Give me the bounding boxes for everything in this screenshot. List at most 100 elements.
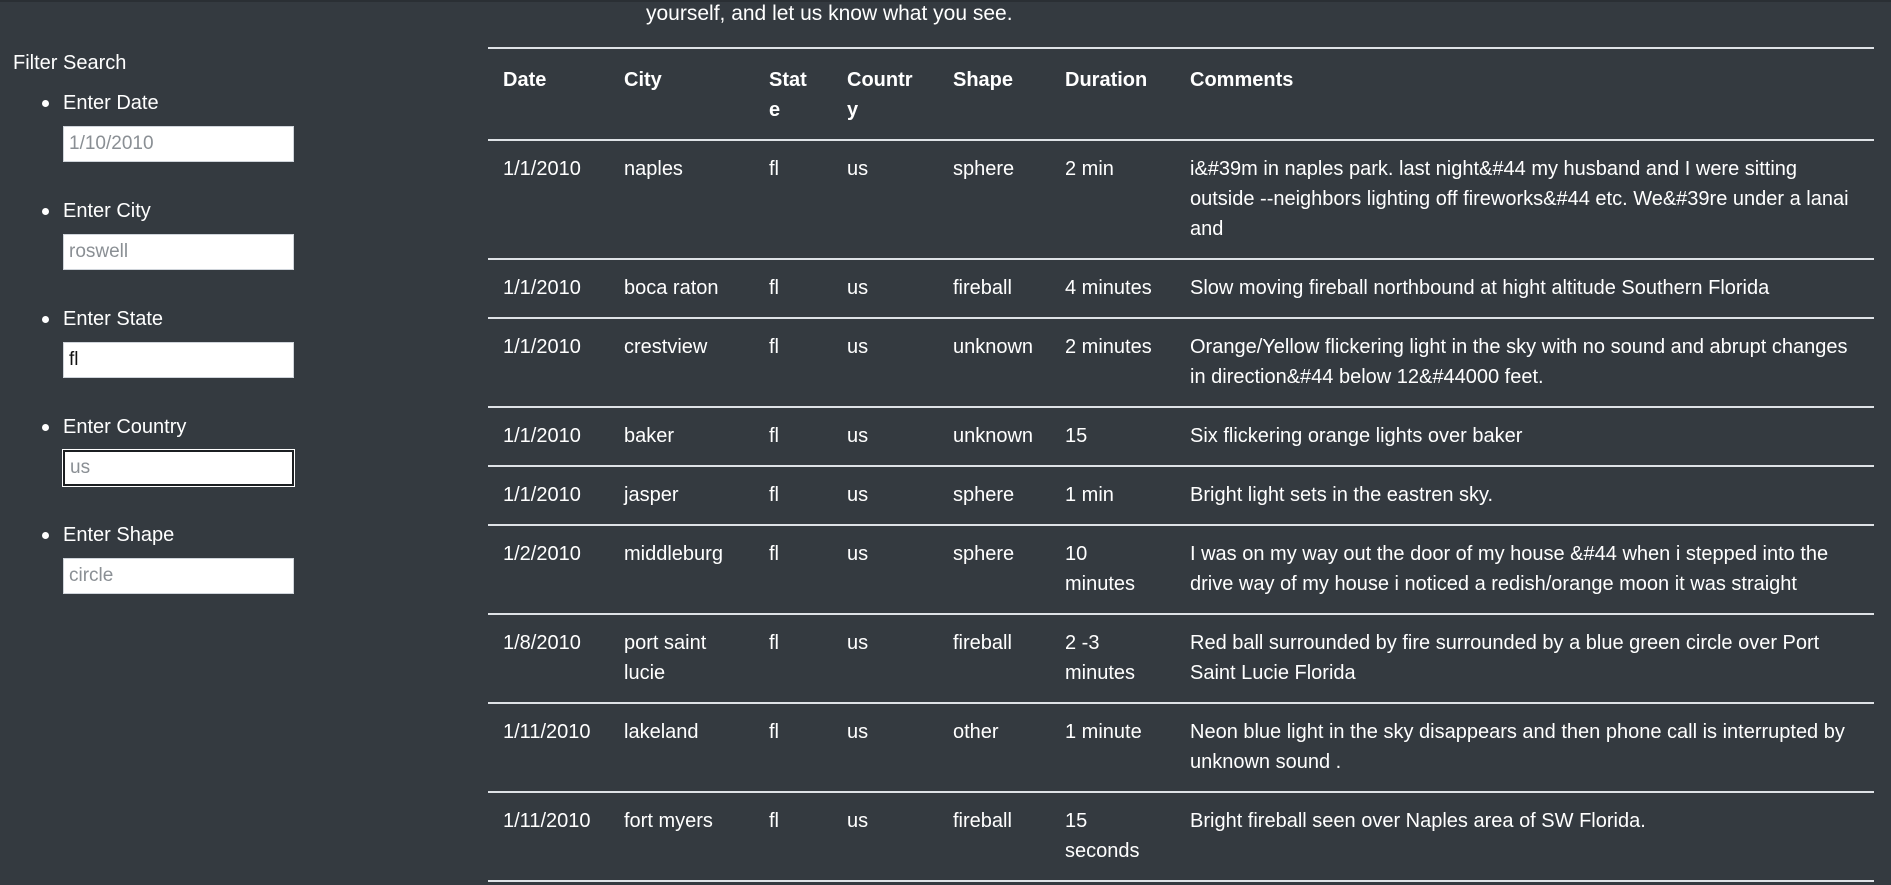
table-header-row: Date City State Country Shape Duration C… [488,47,1874,141]
filter-item-date: Enter Date [13,90,313,198]
cell-shape: fireball [938,258,1050,318]
cell-city: lakeland [609,702,754,792]
cell-shape: unknown [938,317,1050,407]
cell-city: boca raton [609,258,754,318]
cell-country: us [832,465,938,525]
cell-city: middleburg [609,524,754,614]
cell-shape: fireball [938,613,1050,703]
cell-comments: Red ball surrounded by fire surrounded b… [1175,613,1874,703]
cell-state: fl [754,791,832,882]
cell-city: fort myers [609,791,754,882]
cell-state: fl [754,317,832,407]
cell-duration: 2 -3 minutes [1050,613,1175,703]
cell-duration: 15 [1050,406,1175,466]
state-label: Enter State [63,308,164,330]
cell-shape: sphere [938,465,1050,525]
table-row: 1/11/2010 fort myers fl us fireball 15 s… [488,791,1874,882]
country-input[interactable] [63,450,294,486]
cell-country: us [832,258,938,318]
cell-date: 1/11/2010 [488,702,609,792]
cell-state: fl [754,139,832,259]
table-row: 1/8/2010 port saint lucie fl us fireball… [488,613,1874,703]
cell-city: baker [609,406,754,466]
table-row: 1/1/2010 crestview fl us unknown 2 minut… [488,317,1874,407]
cell-duration: 2 min [1050,139,1175,259]
table-row: 1/1/2010 boca raton fl us fireball 4 min… [488,258,1874,318]
header-city: City [609,47,754,141]
cell-country: us [832,702,938,792]
cell-city: naples [609,139,754,259]
cell-shape: unknown [938,406,1050,466]
cell-date: 1/1/2010 [488,317,609,407]
header-duration: Duration [1050,47,1175,141]
shape-label: Enter Shape [63,524,175,546]
cell-duration: 15 seconds [1050,791,1175,882]
state-input[interactable] [63,342,294,378]
table-row: 1/1/2010 baker fl us unknown 15 Six flic… [488,406,1874,466]
cell-date: 1/1/2010 [488,139,609,259]
header-comments: Comments [1175,47,1874,141]
filter-sidebar: Filter Search Enter Date Enter City Ente… [13,50,313,630]
cell-date: 1/1/2010 [488,465,609,525]
cell-country: us [832,613,938,703]
table-row: 1/11/2010 lakeland fl us other 1 minute … [488,702,1874,792]
header-shape: Shape [938,47,1050,141]
cell-date: 1/1/2010 [488,258,609,318]
cell-country: us [832,406,938,466]
ufo-table-container: Date City State Country Shape Duration C… [488,47,1874,882]
filter-item-country: Enter Country [13,414,313,522]
cell-duration: 1 minute [1050,702,1175,792]
country-label: Enter Country [63,416,187,438]
table-row: 1/2/2010 middleburg fl us sphere 10 minu… [488,524,1874,614]
cell-shape: sphere [938,524,1050,614]
cell-state: fl [754,613,832,703]
cell-duration: 4 minutes [1050,258,1175,318]
cell-comments: Bright fireball seen over Naples area of… [1175,791,1874,882]
cell-comments: Orange/Yellow flickering light in the sk… [1175,317,1874,407]
cell-state: fl [754,258,832,318]
header-country: Country [832,47,938,141]
date-input[interactable] [63,126,294,162]
filter-item-state: Enter State [13,306,313,414]
cell-comments: Neon blue light in the sky disappears an… [1175,702,1874,792]
cell-comments: i&#39m in naples park. last night&#44 my… [1175,139,1874,259]
cell-city: jasper [609,465,754,525]
header-date: Date [488,47,609,141]
filter-item-city: Enter City [13,198,313,306]
cell-state: fl [754,524,832,614]
cell-city: port saint lucie [609,613,754,703]
table-row: 1/1/2010 jasper fl us sphere 1 min Brigh… [488,465,1874,525]
cell-duration: 2 minutes [1050,317,1175,407]
table-row: 1/1/2010 naples fl us sphere 2 min i&#39… [488,139,1874,259]
cell-city: crestview [609,317,754,407]
cell-country: us [832,524,938,614]
cell-date: 1/1/2010 [488,406,609,466]
cell-comments: I was on my way out the door of my house… [1175,524,1874,614]
shape-input[interactable] [63,558,294,594]
cell-comments: Six flickering orange lights over baker [1175,406,1874,466]
date-label: Enter Date [63,92,159,114]
cell-date: 1/2/2010 [488,524,609,614]
filter-list: Enter Date Enter City Enter State Enter … [13,90,313,630]
filter-item-shape: Enter Shape [13,522,313,630]
intro-text: yourself, and let us know what you see. [646,2,1013,25]
cell-comments: Bright light sets in the eastren sky. [1175,465,1874,525]
header-state: State [754,47,832,141]
ufo-sightings-table: Date City State Country Shape Duration C… [488,47,1874,882]
cell-date: 1/11/2010 [488,791,609,882]
cell-shape: fireball [938,791,1050,882]
cell-country: us [832,317,938,407]
cell-country: us [832,791,938,882]
cell-date: 1/8/2010 [488,613,609,703]
city-label: Enter City [63,200,151,222]
city-input[interactable] [63,234,294,270]
cell-state: fl [754,465,832,525]
cell-comments: Slow moving fireball northbound at hight… [1175,258,1874,318]
cell-shape: sphere [938,139,1050,259]
cell-state: fl [754,702,832,792]
cell-state: fl [754,406,832,466]
filter-search-title: Filter Search [13,52,127,74]
cell-country: us [832,139,938,259]
cell-shape: other [938,702,1050,792]
cell-duration: 10 minutes [1050,524,1175,614]
